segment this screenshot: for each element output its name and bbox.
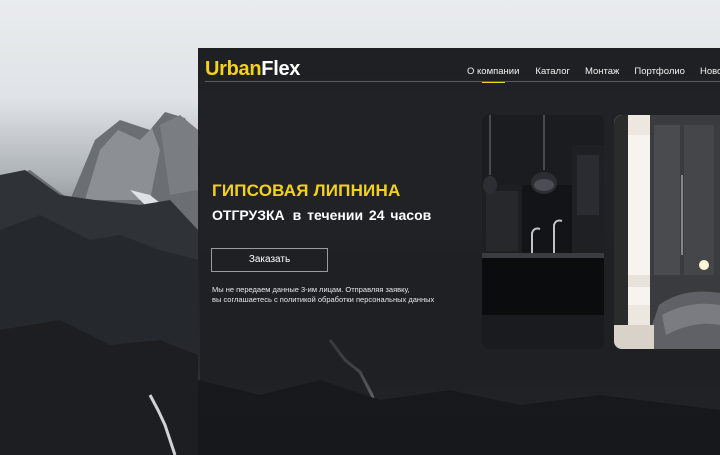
bedroom-photo-card[interactable]	[614, 115, 720, 349]
brand-logo-part2: Flex	[261, 58, 301, 80]
bedroom-photo	[614, 115, 720, 349]
kitchen-photo	[482, 115, 604, 349]
privacy-note-line1: Мы не передаем данные 3-им лицам. Отправ…	[212, 285, 410, 294]
brand-logo[interactable]: UrbanFlex	[205, 58, 300, 81]
privacy-note: Мы не передаем данные 3-им лицам. Отправ…	[212, 285, 462, 305]
privacy-note-line2: вы соглашаетесь с политикой обработки пе…	[212, 295, 435, 304]
order-button[interactable]: Заказать	[211, 248, 328, 272]
brand-logo-part1: Urban	[205, 58, 262, 80]
nav-item-about[interactable]: О компании	[467, 66, 519, 83]
main-nav: О компании Каталог Монтаж Портфолио Ново…	[467, 66, 720, 83]
hero-title: ГИПСОВАЯ ЛИПНИНА	[212, 181, 401, 200]
nav-item-catalog[interactable]: Каталог	[535, 66, 570, 77]
hero-subtitle-a: ОТГРУЗКА	[212, 207, 285, 223]
kitchen-photo-card[interactable]	[482, 115, 604, 349]
nav-item-installation[interactable]: Монтаж	[585, 66, 619, 77]
hero-subtitle-b: в течении 24 часов	[292, 207, 432, 223]
header-divider	[205, 81, 720, 82]
nav-item-portfolio[interactable]: Портфолио	[634, 66, 685, 77]
hero-subtitle: ОТГРУЗКА в течении 24 часов	[212, 207, 431, 223]
nav-item-news[interactable]: Новости	[700, 66, 720, 77]
